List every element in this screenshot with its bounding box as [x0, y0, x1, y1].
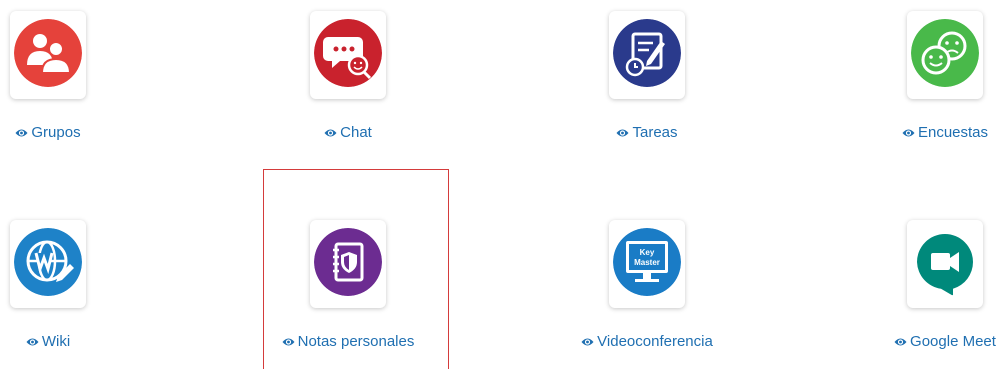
tool-videoconferencia[interactable]: Key Master Videoconferencia [537, 209, 757, 369]
keymaster-line-1: Key [640, 248, 655, 257]
tool-label[interactable]: Google Meet [835, 333, 1000, 350]
eye-icon [26, 337, 39, 347]
tool-label[interactable]: Wiki [0, 333, 158, 350]
tool-label-text: Videoconferencia [597, 333, 713, 350]
tool-label-text: Chat [340, 124, 372, 141]
tool-chat[interactable]: Chat [238, 0, 458, 170]
tasks-icon [613, 19, 681, 87]
tool-label[interactable]: Encuestas [835, 124, 1000, 141]
tool-label-text: Notas personales [297, 333, 415, 350]
tool-tile[interactable] [10, 11, 86, 99]
tool-tile[interactable] [907, 220, 983, 308]
tool-label[interactable]: Grupos [0, 124, 158, 141]
tool-tile[interactable] [609, 11, 685, 99]
tools-grid: Grupos Chat Tareas Encuestas Wiki Notas … [0, 0, 1000, 369]
tool-tile[interactable] [310, 11, 386, 99]
tool-tareas[interactable]: Tareas [537, 0, 757, 170]
surveys-icon [911, 19, 979, 87]
eye-icon [15, 128, 28, 138]
keymaster-line-2: Master [634, 258, 660, 267]
google-meet-icon [911, 228, 979, 296]
tool-label-text: Encuestas [917, 124, 989, 141]
tool-wiki[interactable]: Wiki [0, 209, 158, 369]
tool-google-meet[interactable]: Google Meet [835, 209, 1000, 369]
tool-label-text: Wiki [41, 333, 71, 350]
tool-tile[interactable]: Key Master [609, 220, 685, 308]
eye-icon [616, 128, 629, 138]
tool-encuestas[interactable]: Encuestas [835, 0, 1000, 170]
eye-icon [894, 337, 907, 347]
tool-tile[interactable] [310, 220, 386, 308]
tool-label-text: Tareas [632, 124, 678, 141]
tool-label[interactable]: Tareas [537, 124, 757, 141]
tool-label-text: Google Meet [910, 333, 996, 350]
eye-icon [282, 337, 295, 347]
tool-tile[interactable] [907, 11, 983, 99]
tool-notas-personales[interactable]: Notas personales [238, 209, 458, 369]
wiki-icon [14, 228, 82, 296]
chat-icon [314, 19, 382, 87]
groups-icon [14, 19, 82, 87]
tool-label-text: Grupos [31, 124, 81, 141]
eye-icon [581, 337, 594, 347]
eye-icon [324, 128, 337, 138]
tool-tile[interactable] [10, 220, 86, 308]
tool-grupos[interactable]: Grupos [0, 0, 158, 170]
personal-notes-icon [314, 228, 382, 296]
eye-icon [902, 128, 915, 138]
tool-label[interactable]: Notas personales [238, 333, 458, 350]
tool-label[interactable]: Chat [238, 124, 458, 141]
tool-label[interactable]: Videoconferencia [537, 333, 757, 350]
videoconference-icon: Key Master [613, 228, 681, 296]
